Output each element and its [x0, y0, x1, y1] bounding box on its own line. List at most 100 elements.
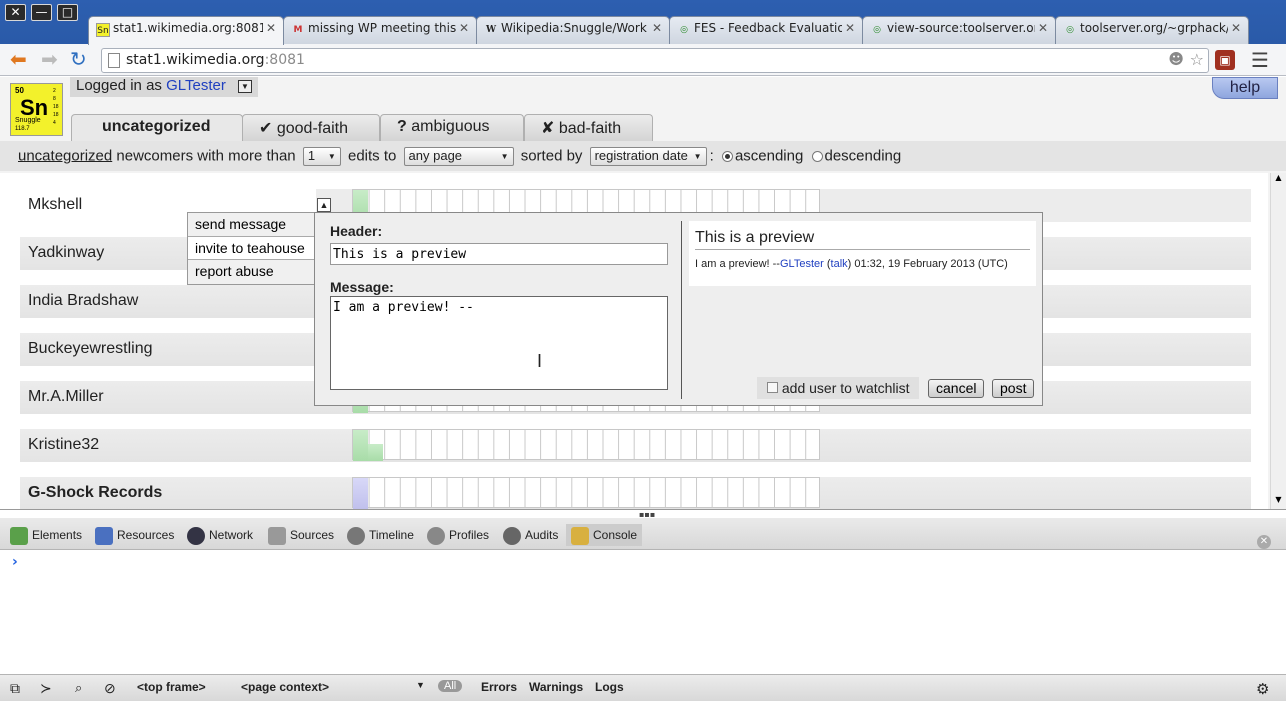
browser-tab-view-source[interactable]: ◎ view-source:toolserver.or ✕: [862, 16, 1056, 44]
collapse-arrow-icon[interactable]: ▲: [317, 198, 331, 212]
tab-audits[interactable]: Audits: [503, 524, 558, 546]
tab-close-icon[interactable]: ✕: [1038, 21, 1048, 35]
window-maximize-button[interactable]: □: [57, 4, 78, 21]
message-textarea[interactable]: I am a preview! --: [330, 296, 668, 390]
console-icon: [571, 527, 589, 545]
user-name[interactable]: Kristine32: [28, 436, 99, 453]
browser-tab-toolserver[interactable]: ◎ toolserver.org/~grphack/ ✕: [1055, 16, 1249, 44]
back-arrow-icon[interactable]: ⬅: [10, 49, 27, 69]
activity-cell: [368, 444, 383, 461]
user-name[interactable]: Mr.A.Miller: [28, 388, 104, 405]
close-devtools-icon[interactable]: ✕: [1257, 535, 1271, 549]
tab-label: Audits: [525, 528, 559, 543]
bookmark-star-icon[interactable]: ☆: [1190, 50, 1204, 69]
dock-icon[interactable]: ⧉: [10, 680, 20, 697]
browser-tab-wikipedia[interactable]: W Wikipedia:Snuggle/Work l ✕: [476, 16, 670, 44]
browser-toolbar: ⬅ ➡ ↻ stat1.wikimedia.org:8081 ☻ ☆ ▣ ☰: [0, 44, 1286, 76]
watchlist-option[interactable]: add user to watchlist: [757, 377, 919, 399]
clear-console-icon[interactable]: ⊘: [104, 680, 116, 697]
reload-icon[interactable]: ↻: [70, 49, 87, 69]
frame-select[interactable]: <top frame>: [137, 680, 206, 694]
scroll-up-arrow-icon[interactable]: ▲: [1271, 173, 1286, 187]
preview-timestamp: 01:32, 19 February 2013 (UTC): [854, 258, 1008, 270]
preview-header: This is a preview: [695, 229, 1030, 250]
tab-label: ambiguous: [411, 118, 490, 135]
post-button[interactable]: post: [992, 379, 1035, 398]
sort-select[interactable]: registration date: [589, 147, 707, 166]
tab-profiles[interactable]: Profiles: [427, 524, 489, 546]
context-select[interactable]: <page context>: [241, 680, 329, 694]
send-message-item[interactable]: send message: [188, 213, 314, 237]
page-scrollbar[interactable]: ▲ ▼: [1270, 173, 1286, 509]
user-name[interactable]: G-Shock Records: [28, 484, 162, 501]
user-name[interactable]: Yadkinway: [28, 244, 104, 261]
filter-errors[interactable]: Errors: [481, 680, 517, 694]
show-console-icon[interactable]: ≻: [40, 680, 52, 697]
console-prompt[interactable]: ›: [12, 554, 18, 570]
preview-user-link[interactable]: GLTester: [780, 258, 824, 270]
filter-all[interactable]: All: [438, 680, 463, 692]
user-action-menu: send message invite to teahouse report a…: [187, 212, 315, 285]
tab-timeline[interactable]: Timeline: [347, 524, 414, 546]
tab-sources[interactable]: Sources: [268, 524, 334, 546]
tab-close-icon[interactable]: ✕: [1231, 21, 1241, 35]
cancel-button[interactable]: cancel: [928, 379, 985, 398]
filter-logs[interactable]: Logs: [595, 680, 624, 694]
audits-icon: [503, 527, 521, 545]
search-icon[interactable]: ⌕: [75, 680, 82, 696]
snuggle-favicon-icon: Sn: [96, 23, 110, 37]
tab-elements[interactable]: Elements: [10, 524, 82, 546]
login-status: Logged in as GLTester ▼: [70, 77, 258, 97]
tab-resources[interactable]: Resources: [95, 524, 174, 546]
extension-icon[interactable]: ▣: [1215, 50, 1235, 70]
context-dropdown-icon[interactable]: ▼: [416, 680, 425, 690]
login-user-link[interactable]: GLTester: [166, 77, 226, 94]
user-menu-dropdown-icon[interactable]: ▼: [238, 80, 252, 93]
snuggle-logo: 50 Sn Snuggle 118.7 2 8 18 18 4: [10, 83, 63, 136]
window-minimize-button[interactable]: —: [31, 4, 52, 21]
tab-bad-faith[interactable]: ✘ bad-faith: [524, 114, 653, 141]
preview-talk-link[interactable]: talk: [831, 258, 848, 270]
namespace-select[interactable]: any page: [403, 147, 514, 166]
browser-tab-gmail[interactable]: M missing WP meeting this w ✕: [283, 16, 477, 44]
browser-tab-stat1[interactable]: Sn stat1.wikimedia.org:8081 ✕: [88, 16, 284, 45]
reddit-extension-icon[interactable]: ☻: [1168, 50, 1184, 68]
tab-ambiguous[interactable]: ? ambiguous: [380, 114, 524, 141]
user-row[interactable]: Kristine32: [20, 429, 1251, 462]
window-close-button[interactable]: ✕: [5, 4, 26, 21]
tab-label: Console: [593, 528, 638, 543]
header-input[interactable]: [330, 243, 668, 265]
filter-warnings[interactable]: Warnings: [529, 680, 583, 694]
edits-count-select[interactable]: 1: [302, 147, 341, 166]
preview-body: I am a preview! --GLTester (talk) 01:32,…: [695, 258, 1008, 270]
chrome-menu-icon[interactable]: ☰: [1251, 48, 1269, 72]
user-name[interactable]: Buckeyewrestling: [28, 340, 153, 357]
user-row[interactable]: G-Shock Records: [20, 477, 1251, 509]
tab-network[interactable]: Network: [187, 524, 253, 546]
sources-icon: [268, 527, 286, 545]
login-prefix: Logged in as: [76, 77, 167, 94]
watchlist-checkbox[interactable]: [767, 382, 778, 393]
address-bar[interactable]: stat1.wikimedia.org:8081 ☻ ☆: [101, 48, 1209, 73]
filter-category-link[interactable]: uncategorized: [18, 147, 112, 164]
descending-radio[interactable]: [811, 151, 823, 162]
tab-close-icon[interactable]: ✕: [845, 21, 855, 35]
logo-mass: 118.7: [15, 126, 30, 132]
browser-tab-fes[interactable]: ◎ FES - Feedback Evaluation ✕: [669, 16, 863, 44]
scroll-down-arrow-icon[interactable]: ▼: [1271, 495, 1286, 509]
forward-arrow-icon[interactable]: ➡: [41, 49, 58, 69]
tab-good-faith[interactable]: ✔ good-faith: [242, 114, 380, 141]
help-button[interactable]: help: [1212, 77, 1278, 99]
settings-gear-icon[interactable]: ⚙: [1256, 680, 1269, 698]
tab-console[interactable]: Console: [566, 524, 643, 546]
tab-uncategorized[interactable]: uncategorized: [71, 114, 243, 141]
report-abuse-item[interactable]: report abuse: [188, 260, 314, 284]
tab-close-icon[interactable]: ✕: [652, 21, 662, 35]
tab-close-icon[interactable]: ✕: [459, 21, 469, 35]
logo-name: Snuggle: [15, 117, 41, 124]
user-name[interactable]: India Bradshaw: [28, 292, 138, 309]
invite-teahouse-item[interactable]: invite to teahouse: [188, 236, 314, 260]
ascending-radio[interactable]: [721, 151, 733, 162]
tab-close-icon[interactable]: ✕: [266, 21, 276, 35]
question-icon: ?: [397, 118, 407, 135]
